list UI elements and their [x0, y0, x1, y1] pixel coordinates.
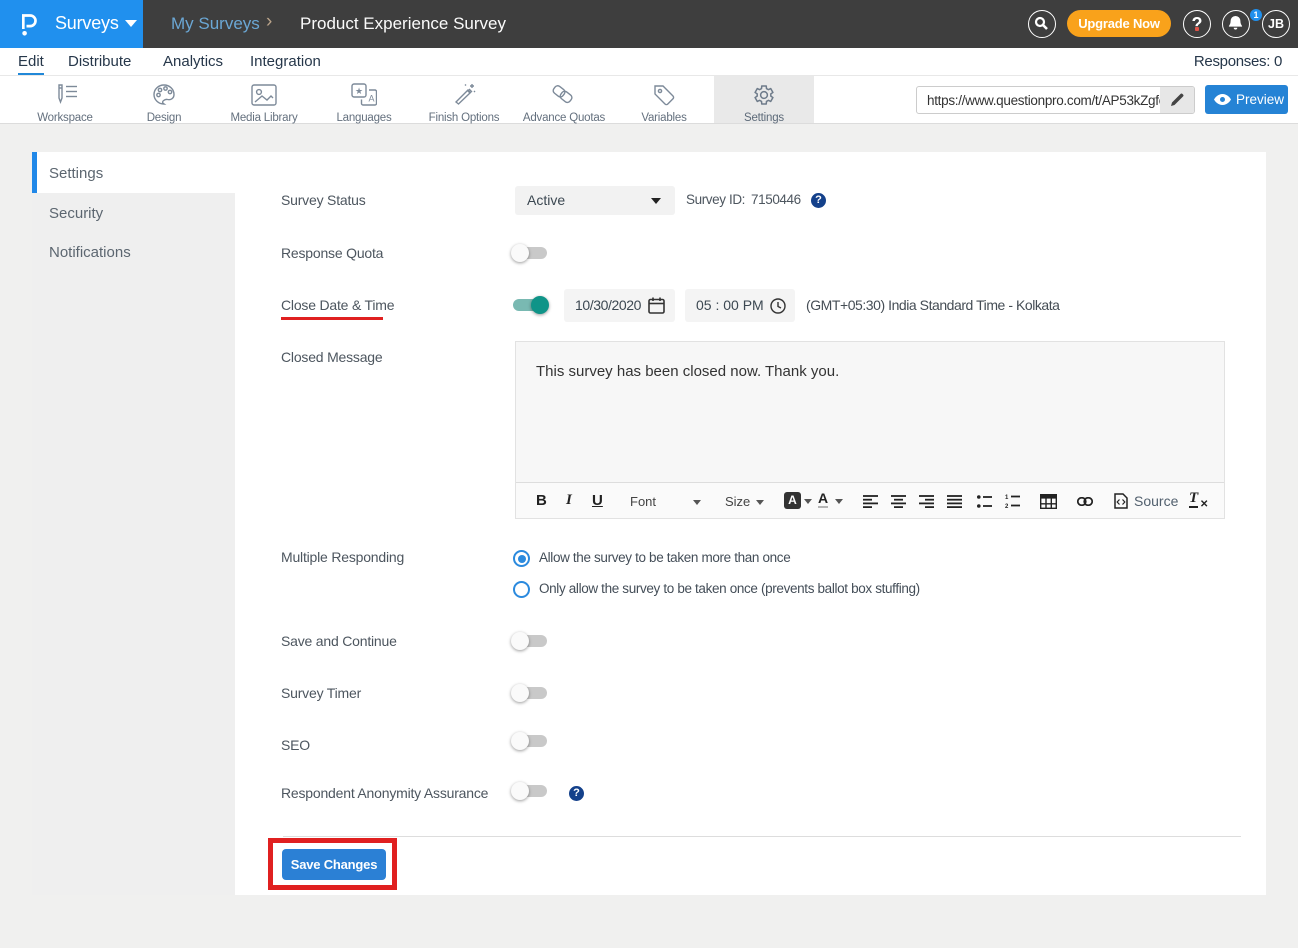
- svg-text:2: 2: [1005, 504, 1009, 508]
- svg-text:★: ★: [355, 86, 363, 96]
- svg-text:1: 1: [1005, 495, 1009, 501]
- svg-text:A: A: [369, 94, 375, 104]
